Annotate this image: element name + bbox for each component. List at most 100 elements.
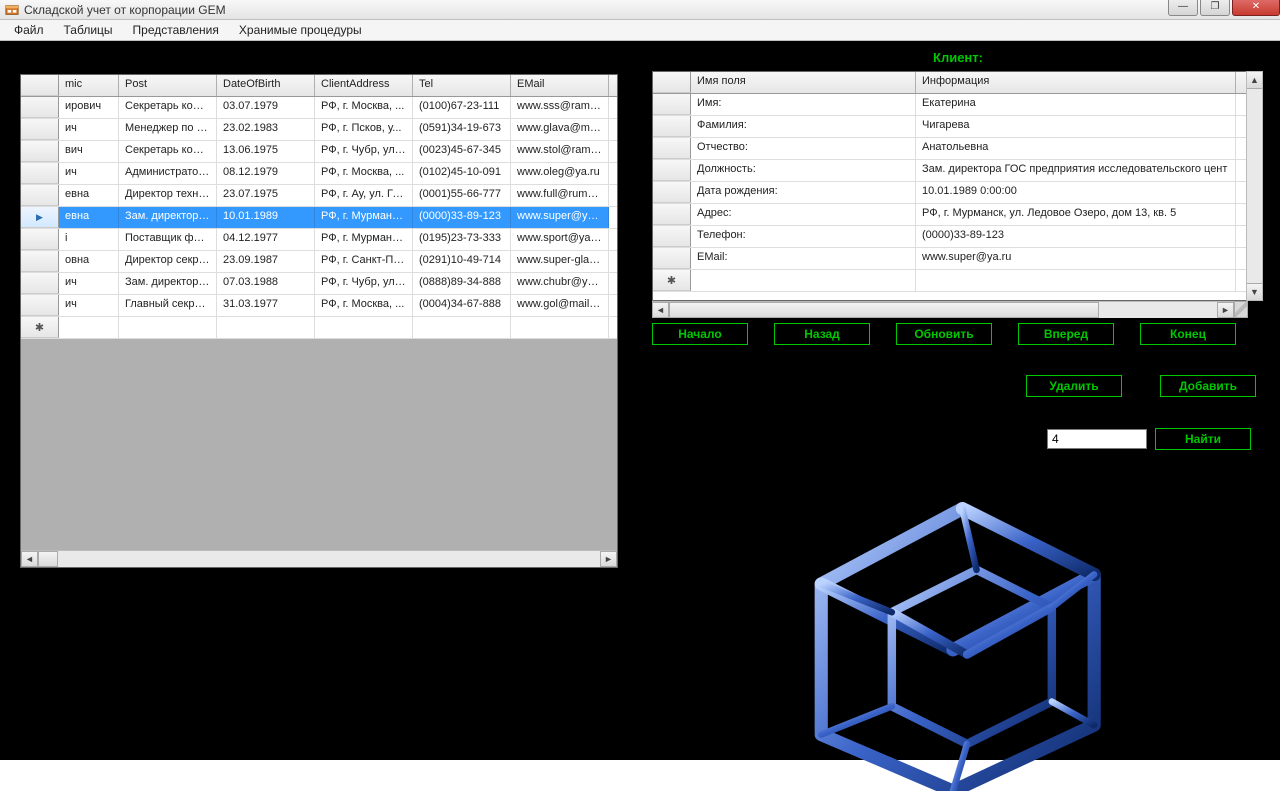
first-button[interactable]: Начало (652, 323, 748, 345)
col-fieldname[interactable]: Имя поля (691, 72, 916, 93)
cell-post[interactable]: Зам. директора ... (119, 207, 217, 228)
cell-post[interactable]: Зам. директора ... (119, 273, 217, 294)
cell-email[interactable]: www.sss@rambl... (511, 97, 609, 118)
cell-addr[interactable]: РФ, г. Москва, ... (315, 295, 413, 316)
table-row[interactable]: евнаЗам. директора ...10.01.1989РФ, г. М… (21, 207, 617, 229)
table-row[interactable]: ичАдминистратор ...08.12.1979РФ, г. Моск… (21, 163, 617, 185)
detail-grid-hscroll[interactable]: ◄ ► (652, 301, 1234, 318)
row-header[interactable] (21, 251, 59, 272)
row-header[interactable] (21, 141, 59, 162)
row-header[interactable] (653, 270, 691, 291)
search-input[interactable] (1047, 429, 1147, 449)
cell-addr[interactable]: РФ, г. Чубр, ул. ... (315, 141, 413, 162)
col-info[interactable]: Информация (916, 72, 1236, 93)
cell-email[interactable]: www.full@rumble... (511, 185, 609, 206)
row-header[interactable] (653, 94, 691, 115)
cell-post[interactable]: Администратор ... (119, 163, 217, 184)
table-row[interactable]: евнаДиректор техни...23.07.1975РФ, г. Ау… (21, 185, 617, 207)
cell-addr[interactable]: РФ, г. Москва, ... (315, 97, 413, 118)
col-addr[interactable]: ClientAddress (315, 75, 413, 96)
cell-fieldname[interactable]: Дата рождения: (691, 182, 916, 203)
last-button[interactable]: Конец (1140, 323, 1236, 345)
row-header[interactable] (653, 138, 691, 159)
scroll-thumb[interactable] (38, 551, 58, 567)
detail-scroll-thumb[interactable] (669, 302, 1099, 318)
cell-email[interactable]: www.super-glava... (511, 251, 609, 272)
table-row[interactable]: вичСекретарь комп...13.06.1975РФ, г. Чуб… (21, 141, 617, 163)
cell-tel[interactable]: (0102)45-10-091 (413, 163, 511, 184)
cell-mic[interactable]: ич (59, 119, 119, 140)
detail-row[interactable]: Адрес:РФ, г. Мурманск, ул. Ледовое Озеро… (653, 204, 1247, 226)
detail-grid-vscroll[interactable]: ▲ ▼ (1246, 71, 1263, 301)
cell-addr[interactable]: РФ, г. Мурманс... (315, 207, 413, 228)
row-header[interactable] (21, 229, 59, 250)
add-button[interactable]: Добавить (1160, 375, 1256, 397)
cell-addr[interactable]: РФ, г. Москва, ... (315, 163, 413, 184)
cell-info[interactable]: www.super@ya.ru (916, 248, 1236, 269)
menu-tables[interactable]: Таблицы (54, 20, 123, 40)
cell-info[interactable]: Зам. директора ГОС предприятия исследова… (916, 160, 1236, 181)
cell-post[interactable]: Секретарь комп... (119, 141, 217, 162)
cell-email[interactable]: www.glava@mail... (511, 119, 609, 140)
cell-email[interactable]: www.stol@rambl... (511, 141, 609, 162)
row-header[interactable] (21, 119, 59, 140)
cell-mic[interactable]: ич (59, 295, 119, 316)
scroll-right-icon[interactable]: ► (600, 551, 617, 567)
table-new-row[interactable] (21, 317, 617, 339)
row-header[interactable] (653, 116, 691, 137)
find-button[interactable]: Найти (1155, 428, 1251, 450)
detail-row[interactable]: Имя:Екатерина (653, 94, 1247, 116)
cell-post[interactable]: Главный секрет... (119, 295, 217, 316)
cell-info[interactable]: Анатольевна (916, 138, 1236, 159)
cell-tel[interactable]: (0004)34-67-888 (413, 295, 511, 316)
next-button[interactable]: Вперед (1018, 323, 1114, 345)
row-header[interactable] (21, 97, 59, 118)
cell-mic[interactable]: евна (59, 207, 119, 228)
cell-post[interactable]: Поставщик фир... (119, 229, 217, 250)
detail-row[interactable]: EMail:www.super@ya.ru (653, 248, 1247, 270)
cell-dob[interactable]: 10.01.1989 (217, 207, 315, 228)
cell-dob[interactable]: 23.07.1975 (217, 185, 315, 206)
detail-row[interactable]: Телефон:(0000)33-89-123 (653, 226, 1247, 248)
table-row[interactable]: іПоставщик фир...04.12.1977РФ, г. Мурман… (21, 229, 617, 251)
cell-info[interactable]: Чигарева (916, 116, 1236, 137)
table-row[interactable]: ичГлавный секрет...31.03.1977РФ, г. Моск… (21, 295, 617, 317)
cell-tel[interactable]: (0291)10-49-714 (413, 251, 511, 272)
resize-grip-icon[interactable] (1234, 301, 1248, 318)
menu-views[interactable]: Представления (123, 20, 229, 40)
detail-row[interactable]: Фамилия:Чигарева (653, 116, 1247, 138)
cell-fieldname[interactable]: Фамилия: (691, 116, 916, 137)
col-dob[interactable]: DateOfBirth (217, 75, 315, 96)
cell-post[interactable]: Директор техни... (119, 185, 217, 206)
cell-email[interactable]: www.gol@mail.ru (511, 295, 609, 316)
cell-addr[interactable]: РФ, г. Ау, ул. Гл... (315, 185, 413, 206)
scroll-left-icon[interactable]: ◄ (21, 551, 38, 567)
cell-addr[interactable]: РФ, г. Мурманс... (315, 229, 413, 250)
row-header[interactable] (21, 317, 59, 338)
table-row[interactable]: ичЗам. директора ...07.03.1988РФ, г. Чуб… (21, 273, 617, 295)
cell-dob[interactable]: 08.12.1979 (217, 163, 315, 184)
cell-mic[interactable]: евна (59, 185, 119, 206)
cell-mic[interactable]: і (59, 229, 119, 250)
row-header[interactable] (21, 295, 59, 316)
scroll-up-icon[interactable]: ▲ (1247, 72, 1262, 89)
cell-tel[interactable]: (0100)67-23-111 (413, 97, 511, 118)
table-row[interactable]: овнаДиректор секре...23.09.1987РФ, г. Са… (21, 251, 617, 273)
cell-fieldname[interactable]: Адрес: (691, 204, 916, 225)
detail-new-row[interactable] (653, 270, 1247, 292)
detail-scroll-left-icon[interactable]: ◄ (652, 302, 669, 318)
row-header[interactable] (653, 160, 691, 181)
clients-grid-hscroll[interactable]: ◄ ► (21, 550, 617, 567)
cell-info[interactable]: (0000)33-89-123 (916, 226, 1236, 247)
cell-dob[interactable]: 04.12.1977 (217, 229, 315, 250)
cell-addr[interactable]: РФ, г. Чубр, ул. ... (315, 273, 413, 294)
cell-tel[interactable]: (0888)89-34-888 (413, 273, 511, 294)
cell-dob[interactable]: 13.06.1975 (217, 141, 315, 162)
refresh-button[interactable]: Обновить (896, 323, 992, 345)
cell-info[interactable]: 10.01.1989 0:00:00 (916, 182, 1236, 203)
table-row[interactable]: ировичСекретарь комп...03.07.1979РФ, г. … (21, 97, 617, 119)
cell-tel[interactable]: (0591)34-19-673 (413, 119, 511, 140)
cell-tel[interactable]: (0000)33-89-123 (413, 207, 511, 228)
cell-email[interactable]: www.oleg@ya.ru (511, 163, 609, 184)
detail-row[interactable]: Дата рождения:10.01.1989 0:00:00 (653, 182, 1247, 204)
